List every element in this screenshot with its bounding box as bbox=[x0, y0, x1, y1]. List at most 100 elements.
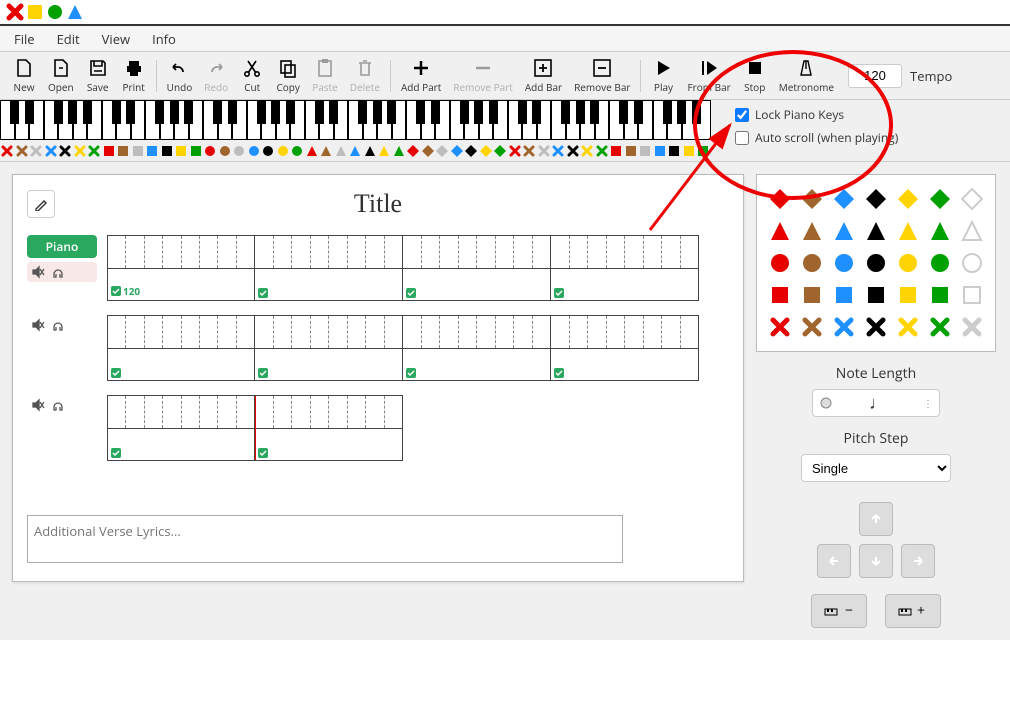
cut-button[interactable]: Cut bbox=[234, 56, 270, 96]
frombar-button[interactable]: From Bar bbox=[681, 56, 736, 96]
palette-triangle-5[interactable] bbox=[926, 217, 954, 245]
black-key[interactable] bbox=[416, 100, 425, 124]
palette-diamond-2[interactable] bbox=[830, 185, 858, 213]
palette-x-2[interactable] bbox=[830, 313, 858, 341]
removebar-button[interactable]: Remove Bar bbox=[568, 56, 636, 96]
palette-diamond-6[interactable] bbox=[958, 185, 986, 213]
black-key[interactable] bbox=[257, 100, 266, 124]
palette-triangle-6[interactable] bbox=[958, 217, 986, 245]
black-key[interactable] bbox=[315, 100, 324, 124]
palette-x-0[interactable] bbox=[766, 313, 794, 341]
delete-button[interactable]: Delete bbox=[344, 56, 386, 96]
palette-triangle-2[interactable] bbox=[830, 217, 858, 245]
palette-x-4[interactable] bbox=[894, 313, 922, 341]
palette-triangle-4[interactable] bbox=[894, 217, 922, 245]
addbar-button[interactable]: Add Bar bbox=[519, 56, 568, 96]
bar[interactable] bbox=[255, 315, 403, 381]
nav-down-button[interactable] bbox=[859, 544, 893, 578]
bar[interactable] bbox=[403, 235, 551, 301]
palette-square-3[interactable] bbox=[862, 281, 890, 309]
staff-1[interactable]: 120 bbox=[107, 235, 729, 301]
mute-icon[interactable] bbox=[31, 398, 45, 412]
autoscroll-input[interactable] bbox=[735, 131, 749, 145]
black-key[interactable] bbox=[431, 100, 440, 124]
stop-button[interactable]: Stop bbox=[737, 56, 773, 96]
palette-circle-2[interactable] bbox=[830, 249, 858, 277]
palette-x-6[interactable] bbox=[958, 313, 986, 341]
edit-title-button[interactable] bbox=[27, 190, 55, 218]
black-key[interactable] bbox=[576, 100, 585, 124]
staff-2[interactable] bbox=[107, 315, 729, 381]
mute-icon[interactable] bbox=[31, 265, 45, 279]
redo-button[interactable]: Redo bbox=[198, 56, 234, 96]
headphones-icon[interactable] bbox=[51, 318, 65, 332]
palette-x-1[interactable] bbox=[798, 313, 826, 341]
black-key[interactable] bbox=[83, 100, 92, 124]
black-key[interactable] bbox=[112, 100, 121, 124]
bar[interactable] bbox=[551, 315, 699, 381]
lock-piano-input[interactable] bbox=[735, 108, 749, 122]
staff-3[interactable] bbox=[107, 395, 729, 461]
undo-button[interactable]: Undo bbox=[161, 56, 199, 96]
open-button[interactable]: Open bbox=[42, 56, 80, 96]
black-key[interactable] bbox=[358, 100, 367, 124]
palette-circle-6[interactable] bbox=[958, 249, 986, 277]
lyrics-textarea[interactable] bbox=[27, 515, 623, 563]
octave-up-button[interactable]: + bbox=[885, 594, 941, 628]
black-key[interactable] bbox=[54, 100, 63, 124]
black-key[interactable] bbox=[692, 100, 701, 124]
piano-keyboard[interactable] bbox=[0, 100, 711, 140]
black-key[interactable] bbox=[271, 100, 280, 124]
black-key[interactable] bbox=[213, 100, 222, 124]
palette-triangle-0[interactable] bbox=[766, 217, 794, 245]
black-key[interactable] bbox=[663, 100, 672, 124]
menu-file[interactable]: File bbox=[4, 26, 45, 52]
bar[interactable]: 120 bbox=[107, 235, 255, 301]
black-key[interactable] bbox=[155, 100, 164, 124]
addpart-button[interactable]: Add Part bbox=[395, 56, 447, 96]
mute-icon[interactable] bbox=[31, 318, 45, 332]
palette-diamond-3[interactable] bbox=[862, 185, 890, 213]
palette-triangle-3[interactable] bbox=[862, 217, 890, 245]
palette-square-1[interactable] bbox=[798, 281, 826, 309]
paste-button[interactable]: Paste bbox=[306, 56, 344, 96]
palette-circle-0[interactable] bbox=[766, 249, 794, 277]
black-key[interactable] bbox=[474, 100, 483, 124]
black-key[interactable] bbox=[184, 100, 193, 124]
black-key[interactable] bbox=[619, 100, 628, 124]
black-key[interactable] bbox=[532, 100, 541, 124]
bar[interactable] bbox=[107, 395, 255, 461]
black-key[interactable] bbox=[634, 100, 643, 124]
palette-diamond-4[interactable] bbox=[894, 185, 922, 213]
black-key[interactable] bbox=[373, 100, 382, 124]
black-key[interactable] bbox=[460, 100, 469, 124]
menu-info[interactable]: Info bbox=[142, 26, 186, 52]
note-length-input[interactable]: ♩ ⋮ bbox=[812, 389, 940, 417]
headphones-icon[interactable] bbox=[51, 398, 65, 412]
palette-diamond-1[interactable] bbox=[798, 185, 826, 213]
palette-square-2[interactable] bbox=[830, 281, 858, 309]
tempo-input[interactable] bbox=[848, 64, 902, 88]
black-key[interactable] bbox=[387, 100, 396, 124]
palette-circle-3[interactable] bbox=[862, 249, 890, 277]
menu-view[interactable]: View bbox=[92, 26, 140, 52]
play-button[interactable]: Play bbox=[645, 56, 681, 96]
new-button[interactable]: New bbox=[6, 56, 42, 96]
palette-x-3[interactable] bbox=[862, 313, 890, 341]
black-key[interactable] bbox=[329, 100, 338, 124]
black-key[interactable] bbox=[126, 100, 135, 124]
bar[interactable] bbox=[255, 235, 403, 301]
headphones-icon[interactable] bbox=[51, 265, 65, 279]
pitch-step-select[interactable]: Single bbox=[801, 454, 951, 482]
bar[interactable] bbox=[403, 315, 551, 381]
palette-circle-1[interactable] bbox=[798, 249, 826, 277]
print-button[interactable]: Print bbox=[116, 56, 152, 96]
black-key[interactable] bbox=[518, 100, 527, 124]
black-key[interactable] bbox=[25, 100, 34, 124]
octave-down-button[interactable]: − bbox=[811, 594, 867, 628]
part-1-badge[interactable]: Piano bbox=[27, 235, 97, 258]
removepart-button[interactable]: Remove Part bbox=[447, 56, 519, 96]
autoscroll-checkbox[interactable]: Auto scroll (when playing) bbox=[735, 129, 898, 146]
palette-diamond-0[interactable] bbox=[766, 185, 794, 213]
black-key[interactable] bbox=[590, 100, 599, 124]
